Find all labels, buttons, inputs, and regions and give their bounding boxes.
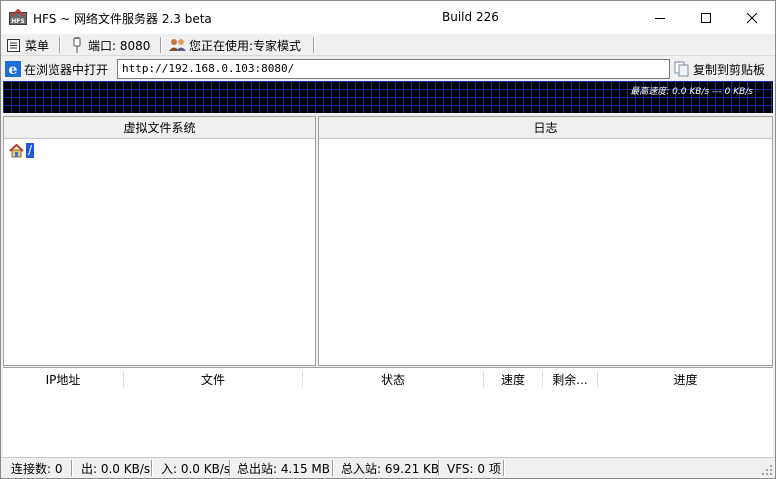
svg-text:HFS: HFS bbox=[11, 18, 24, 25]
speed-graph-label: 最高速度: 0.0 KB/s --- 0 KB/s bbox=[630, 87, 753, 97]
menu-icon bbox=[7, 38, 20, 52]
menu-button[interactable]: 菜单 bbox=[7, 34, 49, 56]
column-header-speed[interactable]: 速度 bbox=[484, 368, 542, 390]
status-vfs-items: VFS: 0 项 bbox=[447, 461, 501, 476]
close-button[interactable] bbox=[729, 1, 775, 34]
column-header-progress-label: 进度 bbox=[673, 372, 698, 387]
status-divider bbox=[71, 460, 72, 476]
resize-grip-icon[interactable] bbox=[761, 464, 773, 476]
status-divider bbox=[151, 460, 152, 476]
column-header-file[interactable]: 文件 bbox=[124, 368, 302, 390]
vfs-panel-header: 虚拟文件系统 bbox=[4, 117, 315, 139]
log-panel: 日志 bbox=[318, 116, 773, 366]
vfs-root-label: / bbox=[26, 142, 35, 158]
window-title: HFS ~ 网络文件服务器 2.3 beta bbox=[33, 12, 212, 26]
close-icon bbox=[746, 12, 758, 23]
copy-to-clipboard-button[interactable]: 复制到剪贴板 bbox=[674, 58, 765, 80]
status-out-speed: 出: 0.0 KB/s bbox=[81, 461, 151, 476]
hfs-app-icon: HFS bbox=[9, 8, 27, 27]
maximize-button[interactable] bbox=[683, 1, 729, 34]
column-header-status[interactable]: 状态 bbox=[303, 368, 483, 390]
column-header-ip-label: IP地址 bbox=[45, 372, 81, 387]
ie-browser-icon: e bbox=[5, 61, 21, 77]
log-panel-header: 日志 bbox=[319, 117, 772, 139]
copy-label: 复制到剪贴板 bbox=[693, 62, 766, 77]
mode-button[interactable]: 您正在使用:专家模式 bbox=[169, 34, 301, 56]
open-in-browser-label: 在浏览器中打开 bbox=[24, 62, 109, 77]
status-total-in: 总入站: 69.21 KB bbox=[341, 461, 440, 476]
status-divider bbox=[503, 460, 504, 476]
mode-label: 您正在使用:专家模式 bbox=[189, 38, 302, 53]
status-in-speed: 入: 0.0 KB/s bbox=[161, 461, 231, 476]
port-label: 端口: 8080 bbox=[88, 38, 151, 53]
column-header-remaining-label: 剩余... bbox=[552, 372, 588, 387]
vfs-panel: 虚拟文件系统 / bbox=[3, 116, 316, 366]
column-header-file-label: 文件 bbox=[200, 372, 225, 387]
column-header-progress[interactable]: 进度 bbox=[598, 368, 773, 390]
main-toolbar: 菜单 端口: 8080 您正在使用:专家模式 bbox=[1, 34, 775, 56]
hfs-window: HFS HFS ~ 网络文件服务器 2.3 beta Build 226 菜单 bbox=[0, 0, 776, 479]
url-field[interactable]: http://192.168.0.103:8080/ bbox=[117, 59, 670, 79]
status-connections: 连接数: 0 bbox=[11, 461, 63, 476]
vfs-panel-title: 虚拟文件系统 bbox=[123, 121, 196, 135]
log-area[interactable] bbox=[319, 140, 772, 365]
svg-text:e: e bbox=[9, 62, 18, 77]
toolbar-divider bbox=[160, 37, 161, 53]
users-icon bbox=[169, 39, 186, 51]
url-toolbar: e 在浏览器中打开 http://192.168.0.103:8080/ 复制到… bbox=[1, 57, 775, 81]
status-divider bbox=[332, 460, 333, 476]
toolbar-divider bbox=[59, 37, 60, 53]
build-label: Build 226 bbox=[442, 10, 499, 24]
log-panel-title: 日志 bbox=[533, 121, 558, 135]
column-header-remaining[interactable]: 剩余... bbox=[543, 368, 597, 390]
open-in-browser-button[interactable]: e 在浏览器中打开 bbox=[5, 58, 108, 80]
column-header-ip[interactable]: IP地址 bbox=[3, 368, 123, 390]
status-total-out: 总出站: 4.15 MB bbox=[237, 461, 330, 476]
status-divider bbox=[438, 460, 439, 476]
maximize-icon bbox=[701, 12, 711, 23]
minimize-button[interactable] bbox=[637, 1, 683, 34]
transfers-list[interactable]: IP地址 文件 状态 速度 剩余... 进度 bbox=[3, 367, 773, 457]
port-button[interactable]: 端口: 8080 bbox=[71, 34, 150, 56]
title-bar[interactable]: HFS HFS ~ 网络文件服务器 2.3 beta Build 226 bbox=[1, 1, 775, 34]
status-divider bbox=[229, 460, 230, 476]
toolbar-divider bbox=[313, 37, 314, 53]
speed-graph: 最高速度: 0.0 KB/s --- 0 KB/s bbox=[3, 81, 773, 113]
home-icon bbox=[9, 143, 24, 157]
column-header-speed-label: 速度 bbox=[500, 372, 525, 387]
copy-icon bbox=[674, 61, 689, 77]
minimize-icon bbox=[655, 17, 665, 19]
status-bar: 连接数: 0 出: 0.0 KB/s 入: 0.0 KB/s 总出站: 4.15… bbox=[1, 457, 775, 478]
plug-icon bbox=[73, 37, 81, 53]
column-header-status-label: 状态 bbox=[380, 372, 405, 387]
menu-label: 菜单 bbox=[25, 38, 50, 53]
vfs-root-item[interactable]: / bbox=[9, 142, 35, 158]
